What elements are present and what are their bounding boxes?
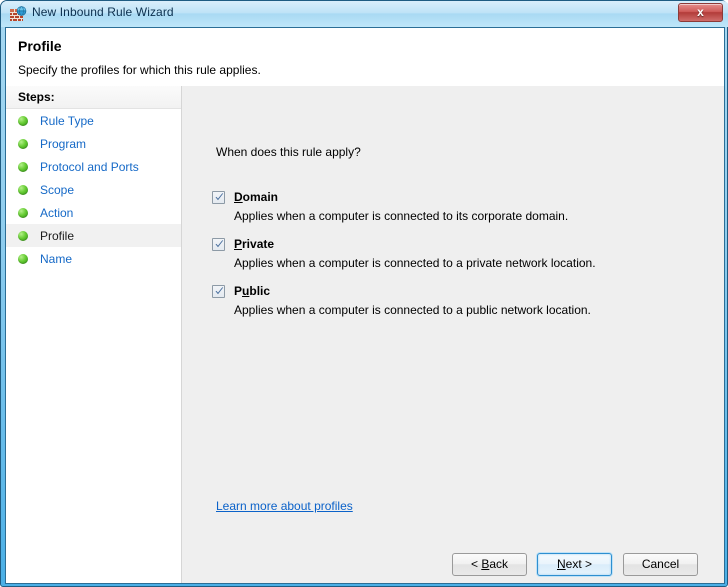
public-label-pre: P — [234, 284, 243, 298]
sidebar-item-label: Scope — [40, 182, 75, 197]
checkmark-icon — [215, 287, 224, 295]
wizard-body: Profile Specify the profiles for which t… — [5, 27, 725, 584]
firewall-icon — [10, 6, 27, 22]
sidebar-item-program[interactable]: Program — [6, 132, 181, 155]
private-accel: P — [234, 237, 243, 251]
public-checkbox[interactable] — [212, 285, 225, 298]
step-bullet-icon — [18, 161, 28, 172]
option-public: Public Applies when a computer is connec… — [212, 284, 692, 317]
sidebar-item-action[interactable]: Action — [6, 201, 181, 224]
window-title: New Inbound Rule Wizard — [32, 5, 174, 19]
private-label-rest: rivate — [242, 237, 275, 251]
domain-label-rest: omain — [242, 190, 279, 204]
sidebar-item-label: Name — [40, 251, 73, 266]
content-pane: When does this rule apply? Domain Applie… — [182, 86, 724, 583]
profile-options: Domain Applies when a computer is connec… — [212, 190, 692, 331]
public-description: Applies when a computer is connected to … — [234, 303, 591, 317]
button-bar: < Back Next > Cancel — [182, 548, 724, 583]
domain-label[interactable]: Domain — [234, 190, 278, 204]
next-button[interactable]: Next > — [537, 553, 612, 576]
checkmark-icon — [215, 240, 224, 248]
sidebar-item-name[interactable]: Name — [6, 247, 181, 270]
sidebar-item-label: Profile — [40, 228, 75, 243]
sidebar-item-label: Program — [40, 136, 87, 151]
step-bullet-icon — [18, 138, 28, 149]
next-suffix: ext > — [565, 557, 593, 571]
step-bullet-icon — [18, 207, 28, 218]
domain-description: Applies when a computer is connected to … — [234, 209, 569, 223]
private-label[interactable]: Private — [234, 237, 274, 251]
steps-sidebar: Steps: Rule Type Program Protocol and Po… — [6, 86, 182, 583]
back-suffix: ack — [489, 557, 509, 571]
wizard-header: Profile Specify the profiles for which t… — [6, 28, 724, 86]
question-label: When does this rule apply? — [216, 145, 361, 159]
steps-heading: Steps: — [6, 86, 181, 109]
option-private: Private Applies when a computer is conne… — [212, 237, 692, 270]
sidebar-item-label: Action — [40, 205, 74, 220]
private-checkbox[interactable] — [212, 238, 225, 251]
step-bullet-icon — [18, 184, 28, 195]
sidebar-item-label: Rule Type — [40, 113, 94, 128]
steps-heading-label: Steps: — [18, 90, 55, 104]
sidebar-item-scope[interactable]: Scope — [6, 178, 181, 201]
domain-accel: D — [234, 190, 243, 204]
sidebar-item-protocol-and-ports[interactable]: Protocol and Ports — [6, 155, 181, 178]
private-description: Applies when a computer is connected to … — [234, 256, 596, 270]
close-icon[interactable]: x — [678, 3, 723, 22]
wizard-window: New Inbound Rule Wizard x Profile Specif… — [0, 0, 728, 587]
title-bar[interactable]: New Inbound Rule Wizard x — [1, 1, 728, 27]
page-title: Profile — [18, 38, 62, 54]
public-label[interactable]: Public — [234, 284, 270, 298]
checkmark-icon — [215, 193, 224, 201]
sidebar-item-label: Protocol and Ports — [40, 159, 139, 174]
learn-more-link[interactable]: Learn more about profiles — [216, 499, 353, 513]
step-bullet-icon — [18, 115, 28, 126]
step-bullet-icon — [18, 253, 28, 264]
step-bullet-icon — [18, 230, 28, 241]
steps-list: Rule Type Program Protocol and Ports Sco… — [6, 109, 181, 270]
option-domain: Domain Applies when a computer is connec… — [212, 190, 692, 223]
domain-checkbox[interactable] — [212, 191, 225, 204]
back-button[interactable]: < Back — [452, 553, 527, 576]
cancel-button[interactable]: Cancel — [623, 553, 698, 576]
back-prefix: < — [470, 557, 482, 571]
sidebar-item-rule-type[interactable]: Rule Type — [6, 109, 181, 132]
page-subtitle: Specify the profiles for which this rule… — [18, 63, 261, 77]
public-label-rest: blic — [249, 284, 271, 298]
sidebar-item-profile[interactable]: Profile — [6, 224, 181, 247]
next-accel: N — [556, 557, 566, 571]
